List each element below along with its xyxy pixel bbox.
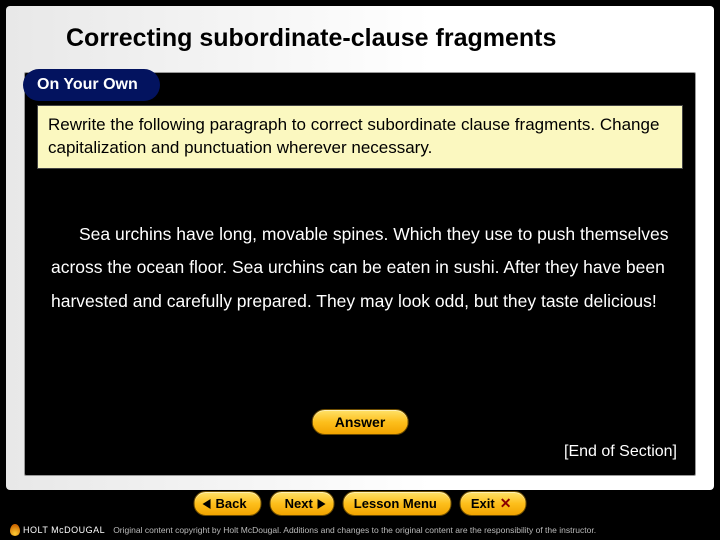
end-of-section-label: [End of Section]	[564, 443, 677, 461]
publisher-name: HOLT McDOUGAL	[23, 525, 105, 535]
on-your-own-badge: On Your Own	[23, 69, 160, 101]
next-label: Next	[285, 496, 313, 511]
lesson-menu-label: Lesson Menu	[354, 496, 437, 511]
instruction-box: Rewrite the following paragraph to corre…	[37, 105, 683, 169]
publisher-logo: HOLT McDOUGAL	[10, 524, 105, 536]
lesson-menu-button[interactable]: Lesson Menu	[343, 491, 452, 516]
arrow-left-icon	[203, 499, 211, 509]
close-icon: ✕	[500, 495, 512, 512]
flame-icon	[10, 524, 20, 536]
slide-card: Correcting subordinate-clause fragments …	[6, 6, 714, 490]
exit-button[interactable]: Exit ✕	[460, 491, 527, 516]
exit-label: Exit	[471, 496, 495, 511]
content-area: On Your Own Rewrite the following paragr…	[24, 72, 696, 476]
arrow-right-icon	[318, 499, 326, 509]
copyright-text: Original content copyright by Holt McDou…	[113, 525, 596, 535]
back-label: Back	[216, 496, 247, 511]
exercise-paragraph: Sea urchins have long, movable spines. W…	[51, 218, 669, 318]
footer: HOLT McDOUGAL Original content copyright…	[10, 524, 710, 536]
answer-button[interactable]: Answer	[312, 409, 409, 435]
nav-buttons: Back Next Lesson Menu Exit ✕	[194, 491, 527, 516]
slide-title: Correcting subordinate-clause fragments	[6, 6, 714, 67]
back-button[interactable]: Back	[194, 491, 262, 516]
bottom-bar: Back Next Lesson Menu Exit ✕ HOLT McDOUG…	[0, 490, 720, 540]
next-button[interactable]: Next	[270, 491, 335, 516]
